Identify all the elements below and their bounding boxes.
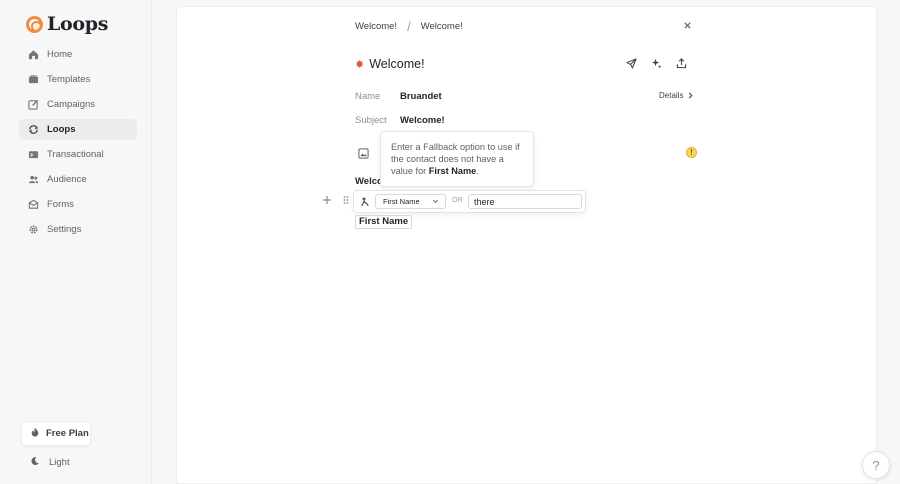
name-field: Name Bruandet [355,91,442,102]
transactional-icon [28,149,39,160]
sidebar-item-label: Loops [47,124,76,135]
home-icon [28,49,39,60]
subject-value[interactable]: Welcome! [400,115,445,126]
logo[interactable]: Loops [26,12,108,36]
breadcrumb-item-loop[interactable]: Welcome! [355,21,397,32]
tooltip-bold-text: First Name [428,166,477,176]
export-icon[interactable] [675,57,687,69]
free-plan-button[interactable]: Free Plan [21,421,91,446]
breadcrumb-item-email[interactable]: Welcome! [421,21,463,32]
sidebar-item-forms[interactable]: Forms [19,194,137,215]
sidebar: Loops Home Templates Campaigns Loops Tra… [0,0,152,484]
templates-icon [28,74,39,85]
loops-icon [28,124,39,135]
subject-field: Subject Welcome! [355,115,445,126]
name-label: Name [355,91,381,102]
send-test-icon[interactable] [625,57,637,69]
warning-icon[interactable]: ! [686,147,697,158]
theme-label: Light [49,457,70,468]
forms-icon [28,199,39,210]
sidebar-item-templates[interactable]: Templates [19,69,137,90]
campaigns-icon [28,99,39,110]
chevron-down-icon [432,198,439,205]
sidebar-item-campaigns[interactable]: Campaigns [19,94,137,115]
breadcrumb-separator: / [407,19,411,34]
sidebar-item-settings[interactable]: Settings [19,219,137,240]
fallback-value-input[interactable] [468,194,582,209]
subject-label: Subject [355,115,387,126]
sidebar-item-label: Settings [47,224,82,235]
sidebar-item-label: Transactional [47,149,104,160]
editor-toolbar [625,57,687,69]
merge-tag-first-name[interactable]: First Name [355,215,413,229]
image-icon[interactable] [358,148,369,159]
add-block-icon[interactable] [322,195,332,205]
email-title: ✸ Welcome! [355,57,425,71]
theme-toggle[interactable]: Light [30,456,70,469]
sidebar-item-label: Home [47,49,73,60]
fallback-editor: First Name OR [353,190,586,213]
sidebar-item-label: Templates [47,74,91,85]
loops-logo-icon [26,15,43,33]
sidebar-nav: Home Templates Campaigns Loops Transacti… [19,44,137,244]
name-value[interactable]: Bruandet [400,91,442,102]
logo-text: Loops [47,13,109,35]
sidebar-item-audience[interactable]: Audience [19,169,137,190]
merge-icon[interactable] [361,196,371,207]
sidebar-item-transactional[interactable]: Transactional [19,144,137,165]
sidebar-item-home[interactable]: Home [19,44,137,65]
help-button[interactable]: ? [862,451,890,479]
drag-handle-icon[interactable] [341,195,351,205]
or-label: OR [452,197,464,204]
details-button[interactable]: Details [659,91,694,100]
ai-sparkles-icon[interactable] [650,57,662,69]
sparkle-emoji-icon[interactable]: ✸ [355,58,364,71]
selected-property: First Name [383,197,420,206]
plan-label: Free Plan [46,428,89,439]
sidebar-item-label: Forms [47,199,74,210]
email-body-line[interactable]: Welco [355,176,383,187]
flame-icon [30,427,40,440]
tooltip-suffix: . [476,166,479,176]
details-label: Details [659,91,684,100]
email-title-text[interactable]: Welcome! [369,57,424,71]
sidebar-item-label: Campaigns [47,99,96,110]
fallback-tooltip: Enter a Fallback option to use if the co… [380,131,534,187]
block-controls [322,195,351,205]
close-icon[interactable] [683,19,695,31]
moon-icon [30,456,40,469]
sidebar-item-label: Audience [47,174,87,185]
sidebar-item-loops[interactable]: Loops [19,119,137,140]
breadcrumb: Welcome! / Welcome! [355,19,463,34]
settings-icon [28,224,39,235]
audience-icon [28,174,39,185]
chevron-right-icon [689,92,694,99]
email-editor-panel: Welcome! / Welcome! ✸ Welcome! Name Brua… [176,6,877,484]
contact-property-select[interactable]: First Name [375,194,446,209]
